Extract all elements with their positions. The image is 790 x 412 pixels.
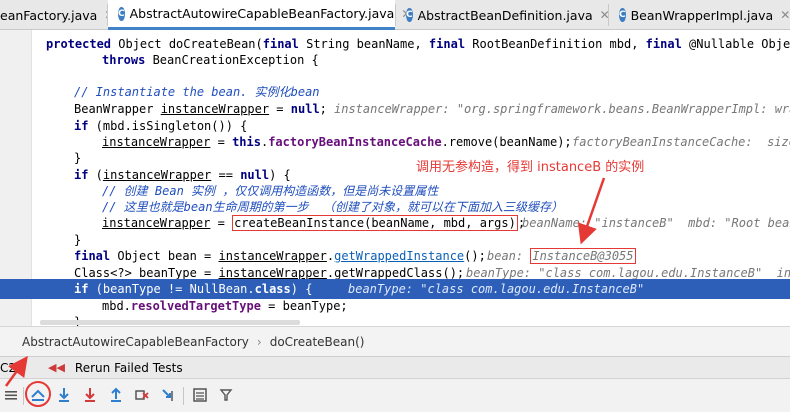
step-out-icon[interactable] [105, 384, 127, 406]
tab-abstract-bean-definition[interactable]: C AbstractBeanDefinition.java ✕ [396, 0, 610, 30]
breadcrumb-separator: › [256, 334, 262, 349]
breadcrumb-method[interactable]: doCreateBean() [270, 335, 365, 349]
code-line[interactable]: throws BeanCreationException { [0, 50, 790, 70]
layout-menu-icon[interactable] [0, 384, 22, 406]
tab-label: BeanWrapperImpl.java [630, 7, 774, 23]
drop-frame-icon[interactable] [131, 384, 153, 406]
code-editor[interactable]: protected Object doCreateBean(final Stri… [0, 30, 790, 326]
debugger-toolbar [0, 378, 790, 412]
highlight-circle [25, 381, 51, 407]
breadcrumb-class[interactable]: AbstractAutowireCapableBeanFactory [22, 335, 249, 349]
tab-label: eanFactory.java [0, 7, 98, 23]
tab-bean-factory[interactable]: eanFactory.java ✕ [0, 0, 114, 30]
rerun-label: Rerun Failed Tests [74, 360, 183, 375]
tab-bean-wrapper-impl[interactable]: C BeanWrapperImpl.java ✕ [609, 0, 790, 30]
highlighted-call-box: createBeanInstance(beanName, mbd, args) [232, 215, 518, 231]
run-config-tab[interactable]: C2 [0, 361, 40, 375]
class-icon: C [406, 8, 413, 22]
run-tool-window-tabs: C2 ◀◀ Rerun Failed Tests [0, 356, 790, 378]
tab-label: AbstractBeanDefinition.java [417, 7, 593, 23]
class-icon: C [619, 8, 626, 22]
close-icon[interactable]: ✕ [780, 8, 790, 22]
tab-label: AbstractAutowireCapableBeanFactory.java [129, 6, 395, 21]
step-into-icon[interactable] [79, 384, 101, 406]
step-over-icon[interactable] [53, 384, 75, 406]
run-to-cursor-icon[interactable] [157, 384, 179, 406]
rerun-icon: ◀◀ [48, 361, 65, 374]
horizontal-scrollbar[interactable] [40, 320, 300, 325]
trace-current-stream-icon[interactable] [215, 384, 237, 406]
editor-tab-bar: eanFactory.java ✕ C AbstractAutowireCapa… [0, 0, 790, 30]
highlighted-value-box: InstanceB@3055 [530, 248, 636, 264]
rerun-failed-tests-tab[interactable]: ◀◀ Rerun Failed Tests [48, 361, 183, 375]
evaluate-expression-icon[interactable] [189, 384, 211, 406]
annotation-text: 调用无参构造，得到 instanceB 的实例 [416, 160, 645, 175]
tab-abstract-autowire-capable-bean-factory[interactable]: C AbstractAutowireCapableBeanFactory.jav… [108, 0, 411, 30]
breadcrumb: AbstractAutowireCapableBeanFactory › doC… [0, 326, 790, 356]
class-icon: C [118, 6, 125, 21]
